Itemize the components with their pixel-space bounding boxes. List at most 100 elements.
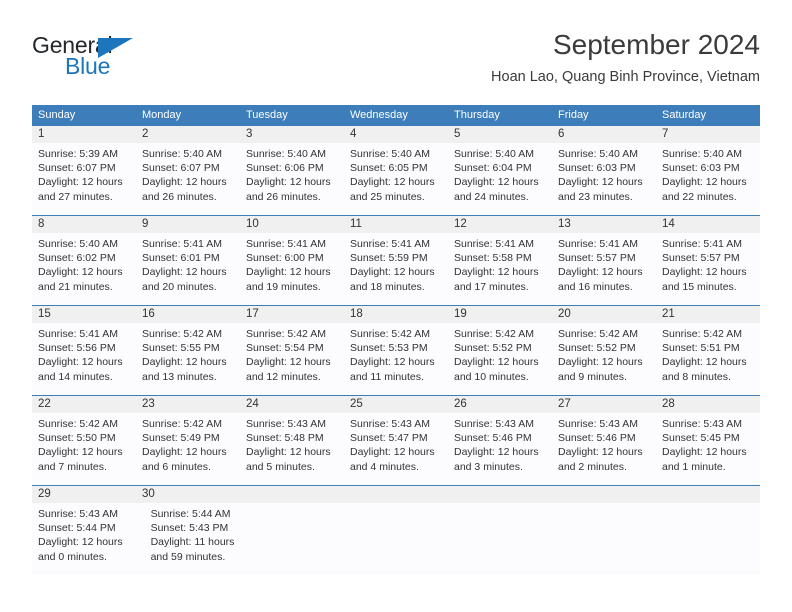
sunset-text: Sunset: 5:53 PM: [350, 342, 428, 355]
day-number[interactable]: 13: [552, 216, 656, 233]
day-number[interactable]: 16: [136, 306, 240, 323]
daylight-text-line1: Daylight: 12 hours: [662, 356, 747, 369]
day-cell[interactable]: Sunrise: 5:43 AM Sunset: 5:45 PM Dayligh…: [656, 413, 760, 485]
day-number[interactable]: 25: [344, 396, 448, 413]
sunrise-text: Sunrise: 5:42 AM: [558, 328, 638, 340]
day-number[interactable]: 10: [240, 216, 344, 233]
day-number[interactable]: 11: [344, 216, 448, 233]
day-cell[interactable]: Sunrise: 5:43 AM Sunset: 5:44 PM Dayligh…: [32, 503, 145, 575]
day-cell[interactable]: Sunrise: 5:40 AM Sunset: 6:05 PM Dayligh…: [344, 143, 448, 215]
day-cell[interactable]: Sunrise: 5:41 AM Sunset: 6:00 PM Dayligh…: [240, 233, 344, 305]
day-number[interactable]: 30: [136, 486, 240, 503]
sunset-text: Sunset: 5:57 PM: [558, 252, 636, 265]
day-cell[interactable]: Sunrise: 5:40 AM Sunset: 6:03 PM Dayligh…: [656, 143, 760, 215]
sunset-text: Sunset: 5:50 PM: [38, 432, 116, 445]
day-number[interactable]: 3: [240, 126, 344, 143]
sunrise-text: Sunrise: 5:41 AM: [558, 238, 638, 250]
sunrise-text: Sunrise: 5:43 AM: [350, 418, 430, 430]
daylight-text-line2: and 21 minutes.: [38, 280, 113, 293]
day-number[interactable]: 20: [552, 306, 656, 323]
sunrise-text: Sunrise: 5:42 AM: [246, 328, 326, 340]
day-number[interactable]: 19: [448, 306, 552, 323]
sunrise-text: Sunrise: 5:40 AM: [350, 148, 430, 160]
sunset-text: Sunset: 6:07 PM: [142, 162, 220, 175]
day-cell[interactable]: Sunrise: 5:42 AM Sunset: 5:54 PM Dayligh…: [240, 323, 344, 395]
day-cell[interactable]: Sunrise: 5:44 AM Sunset: 5:43 PM Dayligh…: [145, 503, 258, 575]
dow-header-saturday: Saturday: [662, 109, 707, 121]
day-cell[interactable]: Sunrise: 5:43 AM Sunset: 5:46 PM Dayligh…: [448, 413, 552, 485]
day-number[interactable]: 22: [32, 396, 136, 413]
daylight-text-line1: Daylight: 12 hours: [662, 266, 747, 279]
sunset-text: Sunset: 6:02 PM: [38, 252, 116, 265]
day-number[interactable]: 24: [240, 396, 344, 413]
day-number[interactable]: 28: [656, 396, 760, 413]
daylight-text-line1: Daylight: 12 hours: [38, 266, 123, 279]
daylight-text-line1: Daylight: 12 hours: [454, 446, 539, 459]
day-cell[interactable]: Sunrise: 5:41 AM Sunset: 5:57 PM Dayligh…: [656, 233, 760, 305]
day-number[interactable]: 15: [32, 306, 136, 323]
sunset-text: Sunset: 5:43 PM: [150, 522, 229, 535]
general-blue-logo[interactable]: General Blue: [32, 32, 172, 88]
dow-header-sunday: Sunday: [38, 109, 76, 121]
daylight-text-line2: and 3 minutes.: [454, 460, 523, 473]
day-cell[interactable]: Sunrise: 5:40 AM Sunset: 6:07 PM Dayligh…: [136, 143, 240, 215]
day-cell[interactable]: Sunrise: 5:40 AM Sunset: 6:06 PM Dayligh…: [240, 143, 344, 215]
sunset-text: Sunset: 6:04 PM: [454, 162, 532, 175]
sunrise-text: Sunrise: 5:40 AM: [558, 148, 638, 160]
day-cell[interactable]: Sunrise: 5:39 AM Sunset: 6:07 PM Dayligh…: [32, 143, 136, 215]
day-cell[interactable]: Sunrise: 5:43 AM Sunset: 5:46 PM Dayligh…: [552, 413, 656, 485]
day-number[interactable]: 4: [344, 126, 448, 143]
day-number[interactable]: 29: [32, 486, 136, 503]
day-number[interactable]: 21: [656, 306, 760, 323]
day-cell[interactable]: Sunrise: 5:42 AM Sunset: 5:53 PM Dayligh…: [344, 323, 448, 395]
sunset-text: Sunset: 5:57 PM: [662, 252, 740, 265]
day-number[interactable]: 6: [552, 126, 656, 143]
day-cell[interactable]: Sunrise: 5:41 AM Sunset: 5:57 PM Dayligh…: [552, 233, 656, 305]
day-number[interactable]: 1: [32, 126, 136, 143]
day-cell[interactable]: Sunrise: 5:41 AM Sunset: 6:01 PM Dayligh…: [136, 233, 240, 305]
day-number[interactable]: 2: [136, 126, 240, 143]
day-cell[interactable]: Sunrise: 5:42 AM Sunset: 5:50 PM Dayligh…: [32, 413, 136, 485]
day-cell[interactable]: Sunrise: 5:42 AM Sunset: 5:52 PM Dayligh…: [552, 323, 656, 395]
day-cell[interactable]: Sunrise: 5:41 AM Sunset: 5:58 PM Dayligh…: [448, 233, 552, 305]
day-cell[interactable]: Sunrise: 5:42 AM Sunset: 5:52 PM Dayligh…: [448, 323, 552, 395]
sunrise-text: Sunrise: 5:42 AM: [38, 418, 118, 430]
day-number[interactable]: 27: [552, 396, 656, 413]
calendar-week-row: 15 16 17 18 19 20 21 Sunrise: 5:41 AM Su…: [32, 305, 760, 395]
daylight-text-line1: Daylight: 12 hours: [454, 266, 539, 279]
day-number[interactable]: 7: [656, 126, 760, 143]
calendar-grid: Sunday Monday Tuesday Wednesday Thursday…: [32, 105, 760, 575]
day-number[interactable]: 17: [240, 306, 344, 323]
day-cell[interactable]: Sunrise: 5:42 AM Sunset: 5:55 PM Dayligh…: [136, 323, 240, 395]
daylight-text-line1: Daylight: 12 hours: [142, 356, 227, 369]
day-number[interactable]: 8: [32, 216, 136, 233]
sunset-text: Sunset: 5:44 PM: [38, 522, 116, 535]
day-number[interactable]: 12: [448, 216, 552, 233]
day-number[interactable]: 18: [344, 306, 448, 323]
day-number[interactable]: 26: [448, 396, 552, 413]
daylight-text-line1: Daylight: 12 hours: [246, 356, 331, 369]
day-number[interactable]: 9: [136, 216, 240, 233]
day-cell[interactable]: Sunrise: 5:41 AM Sunset: 5:56 PM Dayligh…: [32, 323, 136, 395]
daylight-text-line2: and 0 minutes.: [38, 550, 107, 563]
page-title: September 2024: [552, 29, 760, 60]
day-cell[interactable]: Sunrise: 5:42 AM Sunset: 5:51 PM Dayligh…: [656, 323, 760, 395]
day-cell[interactable]: Sunrise: 5:43 AM Sunset: 5:48 PM Dayligh…: [240, 413, 344, 485]
sunset-text: Sunset: 5:54 PM: [246, 342, 324, 355]
day-number[interactable]: 14: [656, 216, 760, 233]
day-cell[interactable]: Sunrise: 5:40 AM Sunset: 6:02 PM Dayligh…: [32, 233, 136, 305]
sunrise-text: Sunrise: 5:42 AM: [454, 328, 534, 340]
daylight-text-line2: and 17 minutes.: [454, 280, 529, 293]
daylight-text-line2: and 6 minutes.: [142, 460, 211, 473]
day-cell[interactable]: Sunrise: 5:43 AM Sunset: 5:47 PM Dayligh…: [344, 413, 448, 485]
day-cell[interactable]: Sunrise: 5:40 AM Sunset: 6:04 PM Dayligh…: [448, 143, 552, 215]
sunrise-text: Sunrise: 5:42 AM: [350, 328, 430, 340]
day-cell[interactable]: Sunrise: 5:41 AM Sunset: 5:59 PM Dayligh…: [344, 233, 448, 305]
day-cell[interactable]: Sunrise: 5:40 AM Sunset: 6:03 PM Dayligh…: [552, 143, 656, 215]
day-cell[interactable]: Sunrise: 5:42 AM Sunset: 5:49 PM Dayligh…: [136, 413, 240, 485]
sunrise-text: Sunrise: 5:40 AM: [454, 148, 534, 160]
sunset-text: Sunset: 5:49 PM: [142, 432, 220, 445]
day-number[interactable]: 5: [448, 126, 552, 143]
day-number[interactable]: 23: [136, 396, 240, 413]
daylight-text-line2: and 10 minutes.: [454, 370, 529, 383]
